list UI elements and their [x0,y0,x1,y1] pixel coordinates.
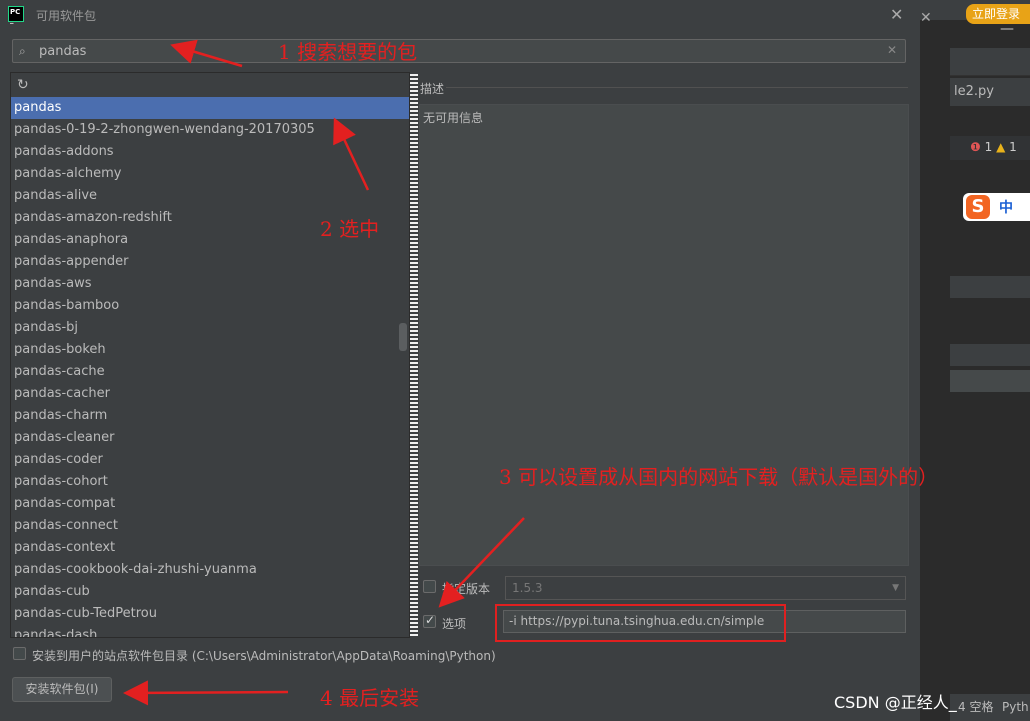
error-count: 1 [984,140,993,154]
status-interpreter[interactable]: Pyth [1002,696,1029,718]
description-box: 无可用信息 [419,104,909,566]
package-list-item[interactable]: pandas-dash [11,625,409,637]
ide-panel-band [950,344,1030,366]
package-list-item[interactable]: pandas-cohort [11,471,409,493]
user-site-label: 安装到用户的站点软件包目录 (C:\Users\Administrator\Ap… [32,649,496,663]
clear-icon[interactable]: ✕ [887,43,897,57]
package-list-item[interactable]: pandas-appender [11,251,409,273]
user-site-checkbox[interactable] [13,647,26,660]
refresh-icon[interactable]: ↻ [17,77,29,93]
package-search[interactable]: ⌕ ✕ [12,39,906,63]
status-indent[interactable]: 4 空格 [958,696,993,718]
ide-toolbar [950,48,1030,76]
package-list-item[interactable]: pandas-charm [11,405,409,427]
chevron-down-icon: ▼ [892,583,899,593]
annotation-3: 3 可以设置成从国内的网站下载（默认是国外的） [499,465,939,489]
login-button[interactable]: 立即登录 [966,4,1030,24]
ide-panel-band [950,276,1030,298]
ide-file-tab[interactable]: le2.py [950,78,1030,106]
package-list-item[interactable]: pandas-coder [11,449,409,471]
package-list-item[interactable]: pandas-bokeh [11,339,409,361]
package-list-item[interactable]: pandas-alive [11,185,409,207]
package-list-item[interactable]: pandas-cache [11,361,409,383]
available-packages-dialog: PC_ 可用软件包 ✕ ⌕ ✕ ↻ pandaspandas-0-19-2-zh… [0,0,920,721]
description-text: 无可用信息 [423,111,484,125]
version-select[interactable]: 1.5.3 ▼ [505,576,906,600]
package-list-item[interactable]: pandas-addons [11,141,409,163]
close-icon[interactable]: ✕ [890,5,903,24]
list-scrollbar[interactable] [399,323,407,351]
package-list-panel: ↻ pandas pandas-0-19-2-zhongwen-wendang-2… [10,72,410,638]
package-list-item[interactable]: pandas-cub [11,581,409,603]
sogou-icon: S [966,195,990,219]
annotation-4: 4 最后安装 [320,686,420,710]
annotation-highlight-box [495,604,786,642]
version-value: 1.5.3 [512,581,543,595]
warning-count: 1 [1009,140,1017,154]
dialog-title: 可用软件包 [36,9,97,23]
ide-statusbar: 4 空格 Pyth [950,694,1030,721]
ide-inspection-counts[interactable]: ❶ 1 ▲ 1 [970,140,1017,154]
package-list-item[interactable]: pandas-connect [11,515,409,537]
description-label: 描述 [420,82,445,96]
ime-mode: 中 [999,200,1013,216]
package-list-item[interactable]: pandas-aws [11,273,409,295]
error-icon: ❶ [970,140,981,154]
annotation-1: 1 搜索想要的包 [278,40,418,64]
package-list-item[interactable]: pandas-context [11,537,409,559]
ide-panel-band [950,370,1030,392]
description-divider [446,87,908,88]
package-list-item[interactable]: pandas-alchemy [11,163,409,185]
package-list-item[interactable]: pandas [11,97,409,119]
package-list-item[interactable]: pandas-bj [11,317,409,339]
ime-toolbar[interactable]: S 中 [963,193,1030,221]
search-icon: ⌕ [19,44,26,58]
package-list-item[interactable]: pandas-cub-TedPetrou [11,603,409,625]
package-list-item[interactable]: pandas-compat [11,493,409,515]
ide-close-icon[interactable]: ✕ [920,10,932,26]
package-list[interactable]: pandas pandas-0-19-2-zhongwen-wendang-201… [11,97,409,637]
ide-minimize-icon[interactable]: — [1000,22,1014,36]
package-list-item[interactable]: pandas-cookbook-dai-zhushi-yuanma [11,559,409,581]
dialog-titlebar: PC _ 可用软件包 ✕ [0,0,920,30]
install-package-button[interactable]: 安装软件包(I) [12,677,112,702]
options-label: 选项 [442,617,467,631]
specify-version-checkbox[interactable] [423,580,436,593]
package-list-item[interactable]: pandas-cleaner [11,427,409,449]
watermark: CSDN @正经人_ [834,693,957,712]
package-list-item[interactable]: pandas-bamboo [11,295,409,317]
package-list-item[interactable]: pandas-cacher [11,383,409,405]
package-list-item[interactable]: pandas-0-19-2-zhongwen-wendang-20170305 [11,119,409,141]
options-checkbox[interactable] [423,613,436,628]
specify-version-label: 指定版本 [442,582,491,596]
annotation-2: 2 选中 [320,217,380,241]
search-input[interactable] [39,42,879,60]
pycharm-icon: PC _ [8,6,24,24]
warning-icon: ▲ [996,140,1006,154]
splitter[interactable] [410,72,418,638]
